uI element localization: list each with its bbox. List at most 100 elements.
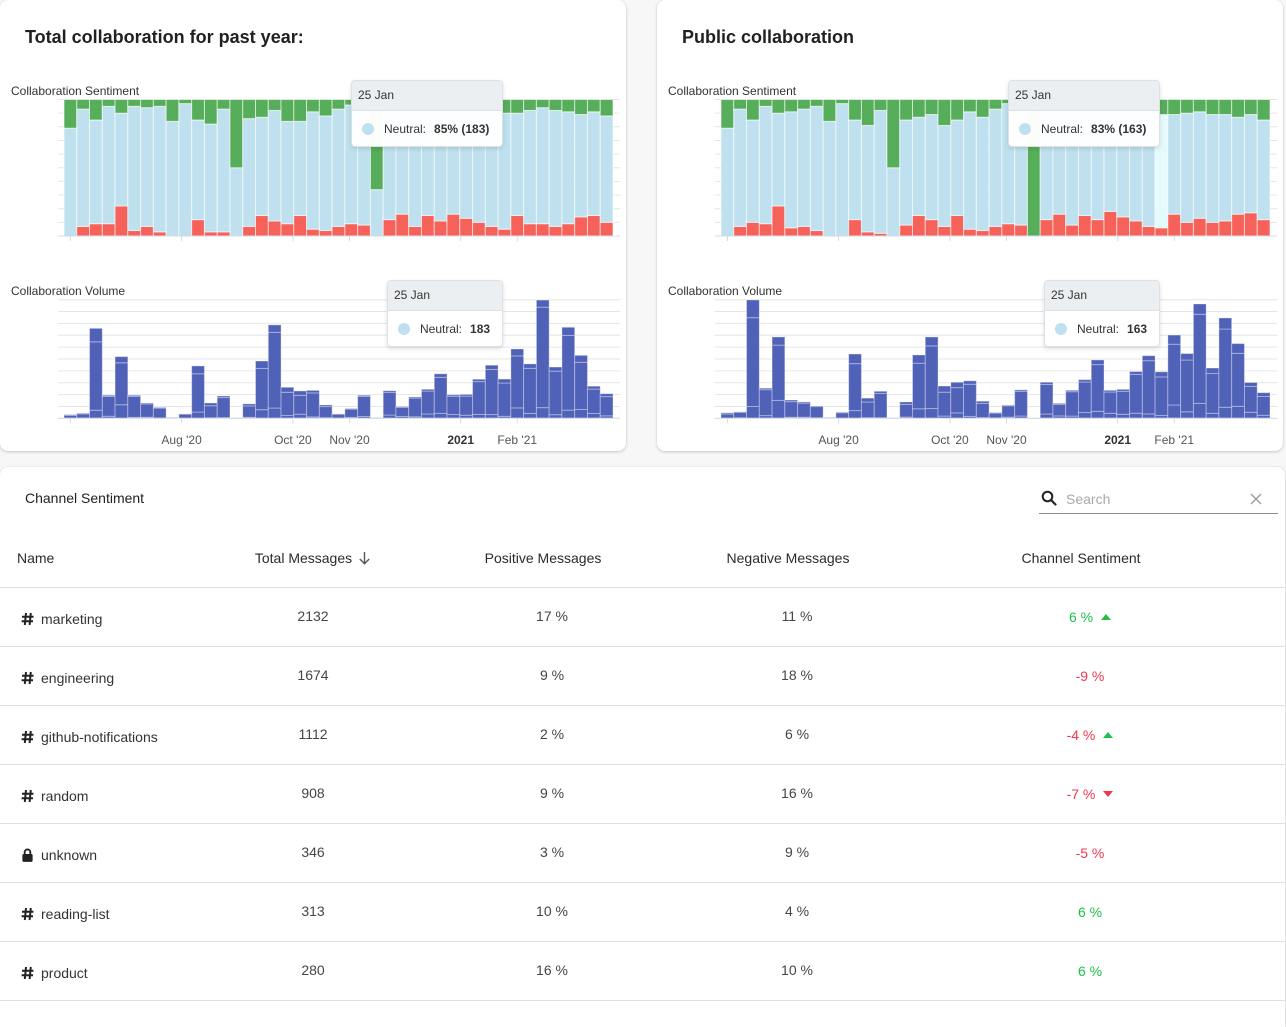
sentiment-bar-segment-positive[interactable] [912, 99, 926, 118]
table-row[interactable]: product 280 16 % 10 % 6 % [0, 942, 1285, 1001]
volume-bar-segment-neutral[interactable] [267, 331, 282, 409]
sentiment-bar-segment-positive[interactable] [1192, 99, 1207, 113]
volume-bar-segment-negative[interactable] [89, 409, 103, 419]
sentiment-bar-segment-positive[interactable] [950, 99, 965, 121]
volume-bar-segment-neutral[interactable] [720, 413, 735, 419]
sentiment-bar-segment-positive[interactable] [1218, 99, 1233, 116]
sentiment-bar-segment-positive[interactable] [152, 99, 167, 107]
volume-bar-segment-positive[interactable] [510, 348, 525, 357]
sentiment-bar-segment-neutral[interactable] [975, 116, 990, 232]
close-icon[interactable] [1250, 493, 1262, 505]
volume-bar-segment-positive[interactable] [127, 394, 142, 397]
sentiment-bar-segment-negative[interactable] [1103, 210, 1118, 237]
volume-bar-segment-positive[interactable] [561, 326, 576, 336]
volume-bar-segment-neutral[interactable] [114, 362, 129, 406]
sentiment-bar-segment-negative[interactable] [140, 225, 154, 237]
volume-bar-segment-positive[interactable] [216, 395, 231, 399]
sentiment-bar-segment-negative[interactable] [280, 223, 295, 237]
volume-bar-segment-negative[interactable] [510, 407, 525, 419]
sentiment-bar-segment-negative[interactable] [408, 225, 422, 237]
volume-bar-segment-neutral[interactable] [306, 392, 320, 418]
volume-bar-segment-positive[interactable] [1205, 367, 1220, 375]
sentiment-bar-segment-neutral[interactable] [203, 123, 218, 233]
sentiment-bar-segment-positive[interactable] [1256, 99, 1271, 121]
volume-bar-segment-neutral[interactable] [873, 392, 888, 419]
volume-bar-segment-positive[interactable] [318, 404, 333, 408]
sentiment-bar-segment-neutral[interactable] [1192, 111, 1207, 219]
volume-bar-segment-neutral[interactable] [771, 344, 786, 401]
volume-bar-segment-neutral[interactable] [89, 341, 103, 411]
volume-bar-segment-neutral[interactable] [1014, 390, 1028, 417]
sentiment-bar-segment-neutral[interactable] [784, 111, 799, 229]
volume-bar-segment-negative[interactable] [848, 410, 862, 419]
sentiment-bar-segment-neutral[interactable] [809, 105, 824, 232]
volume-bar-segment-neutral[interactable] [140, 403, 154, 418]
volume-bar-segment-positive[interactable] [586, 385, 601, 390]
volume-bar-segment-negative[interactable] [912, 408, 926, 419]
volume-bar-segment-positive[interactable] [178, 413, 193, 416]
volume-bar-segment-neutral[interactable] [510, 355, 525, 409]
sentiment-bar-segment-neutral[interactable] [1205, 114, 1220, 223]
sentiment-bar-segment-positive[interactable] [140, 99, 154, 109]
volume-bar-segment-negative[interactable] [561, 409, 576, 419]
volume-bar-segment-neutral[interactable] [912, 362, 926, 410]
volume-bar-segment-negative[interactable] [1205, 412, 1220, 419]
sentiment-bar-segment-neutral[interactable] [152, 105, 167, 233]
sentiment-bar-segment-positive[interactable] [835, 99, 850, 105]
table-row[interactable]: random 908 9 % 16 % -7 % [0, 765, 1285, 824]
sentiment-bar-segment-negative[interactable] [1090, 219, 1105, 237]
volume-bar-segment-positive[interactable] [1218, 317, 1233, 330]
sentiment-bar-segment-negative[interactable] [152, 231, 167, 237]
table-row[interactable]: engineering 1674 9 % 18 % -9 % [0, 647, 1285, 706]
search-input[interactable] [1066, 488, 1241, 509]
volume-bar-segment-neutral[interactable] [1077, 381, 1092, 414]
volume-bar-segment-positive[interactable] [1231, 343, 1245, 354]
volume-bar-segment-neutral[interactable] [191, 373, 205, 413]
volume-bar-segment-positive[interactable] [1039, 381, 1054, 385]
sentiment-bar-segment-negative[interactable] [306, 228, 320, 237]
sentiment-bar-segment-positive[interactable] [267, 99, 282, 111]
sentiment-bar-segment-positive[interactable] [76, 99, 91, 110]
sentiment-bar-segment-positive[interactable] [178, 99, 193, 105]
volume-bar-segment-negative[interactable] [771, 399, 786, 419]
sentiment-bar-segment-neutral[interactable] [229, 167, 244, 237]
volume-bar-segment-positive[interactable] [1154, 371, 1169, 378]
volume-bar-segment-positive[interactable] [1129, 371, 1143, 375]
table-row[interactable]: reading-list 313 10 % 4 % 6 % [0, 883, 1285, 942]
volume-bar-segment-positive[interactable] [1103, 389, 1118, 393]
volume-bar-segment-positive[interactable] [433, 373, 448, 378]
volume-bar-segment-negative[interactable] [1231, 405, 1245, 419]
sentiment-bar-segment-neutral[interactable] [1167, 114, 1182, 215]
sentiment-bar-segment-negative[interactable] [1154, 227, 1169, 237]
volume-bar-segment-neutral[interactable] [1167, 343, 1182, 406]
volume-bar-segment-neutral[interactable] [1231, 352, 1245, 407]
volume-bar-segment-positive[interactable] [140, 402, 154, 405]
volume-bar-segment-positive[interactable] [809, 405, 824, 408]
sentiment-bar-segment-negative[interactable] [758, 223, 773, 237]
volume-bar-segment-positive[interactable] [382, 390, 397, 393]
volume-bar-segment-positive[interactable] [988, 412, 1003, 414]
volume-bar-segment-neutral[interactable] [899, 403, 914, 418]
volume-bar-segment-positive[interactable] [963, 380, 977, 385]
volume-bar-segment-negative[interactable] [1192, 402, 1207, 419]
volume-bar-segment-neutral[interactable] [860, 401, 875, 419]
volume-bar-segment-positive[interactable] [472, 378, 486, 383]
sentiment-bar-segment-neutral[interactable] [733, 108, 748, 227]
sentiment-bar-segment-positive[interactable] [746, 99, 760, 121]
sentiment-bar-segment-negative[interactable] [860, 231, 875, 237]
sentiment-bar-segment-positive[interactable] [255, 99, 269, 118]
volume-bar-segment-neutral[interactable] [548, 370, 563, 416]
sentiment-bar-segment-negative[interactable] [216, 231, 231, 237]
volume-bar-segment-neutral[interactable] [1052, 403, 1067, 417]
volume-bar-segment-neutral[interactable] [733, 411, 748, 419]
volume-bar-segment-neutral[interactable] [963, 383, 977, 417]
sentiment-bar-segment-neutral[interactable] [318, 115, 333, 232]
sentiment-bar-segment-neutral[interactable] [860, 124, 875, 233]
volume-bar-segment-neutral[interactable] [1090, 364, 1105, 412]
volume-bar-segment-positive[interactable] [191, 365, 205, 375]
volume-bar-segment-positive[interactable] [1065, 389, 1079, 393]
volume-bar-segment-positive[interactable] [446, 394, 461, 397]
volume-bar-segment-positive[interactable] [1090, 359, 1105, 366]
sentiment-bar-segment-neutral[interactable] [1256, 119, 1271, 221]
sentiment-bar-segment-negative[interactable] [746, 221, 760, 237]
